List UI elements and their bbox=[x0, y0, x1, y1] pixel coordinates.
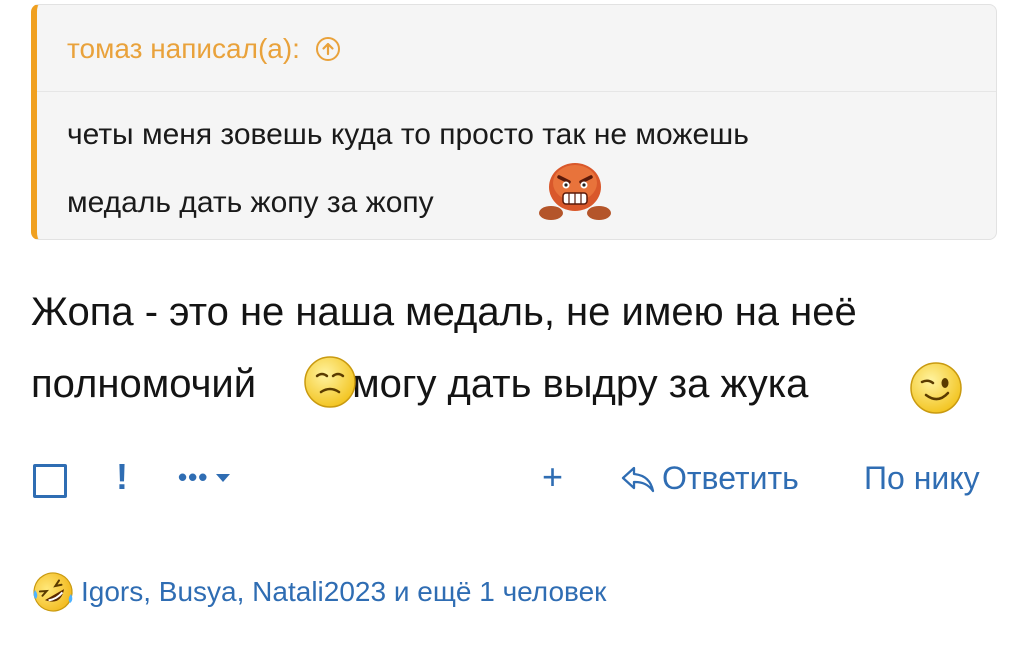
post-text-line-2: полномочий могу дать выдру за жука bbox=[31, 362, 809, 406]
angry-face-emoji-icon bbox=[539, 163, 611, 220]
post-text-line: Жопа - это не наша медаль, не имею на не… bbox=[31, 290, 857, 334]
caret-down-icon bbox=[216, 473, 231, 482]
rolling-laughing-emoji-icon bbox=[33, 572, 73, 612]
quote-author[interactable]: томаз написал(а): bbox=[67, 33, 300, 65]
reply-arrow-icon bbox=[621, 466, 655, 492]
select-checkbox[interactable] bbox=[33, 464, 67, 498]
winking-face-emoji-icon bbox=[910, 362, 962, 414]
report-button[interactable]: ! bbox=[116, 456, 128, 498]
frowning-face-emoji-icon bbox=[304, 356, 356, 408]
reactions-text[interactable]: Igors, Busya, Natali2023 и ещё 1 человек bbox=[81, 576, 606, 608]
quote-header[interactable]: томаз написал(а): bbox=[67, 33, 340, 65]
reactions-bar[interactable]: Igors, Busya, Natali2023 и ещё 1 человек bbox=[31, 570, 606, 614]
quote-block: томаз написал(а): четы меня зовешь куда … bbox=[31, 4, 997, 240]
more-menu-button[interactable]: ••• bbox=[178, 462, 232, 493]
quote-text-line: медаль дать жопу за жопу bbox=[67, 186, 434, 219]
quote-by-nick-button[interactable]: По нику bbox=[864, 460, 980, 497]
arrow-up-icon[interactable] bbox=[315, 37, 340, 61]
quote-text-line: четы меня зовешь куда то просто так не м… bbox=[67, 118, 749, 151]
quote-divider bbox=[37, 91, 996, 92]
reply-button[interactable]: Ответить bbox=[620, 460, 799, 497]
add-button[interactable]: + bbox=[542, 456, 563, 498]
